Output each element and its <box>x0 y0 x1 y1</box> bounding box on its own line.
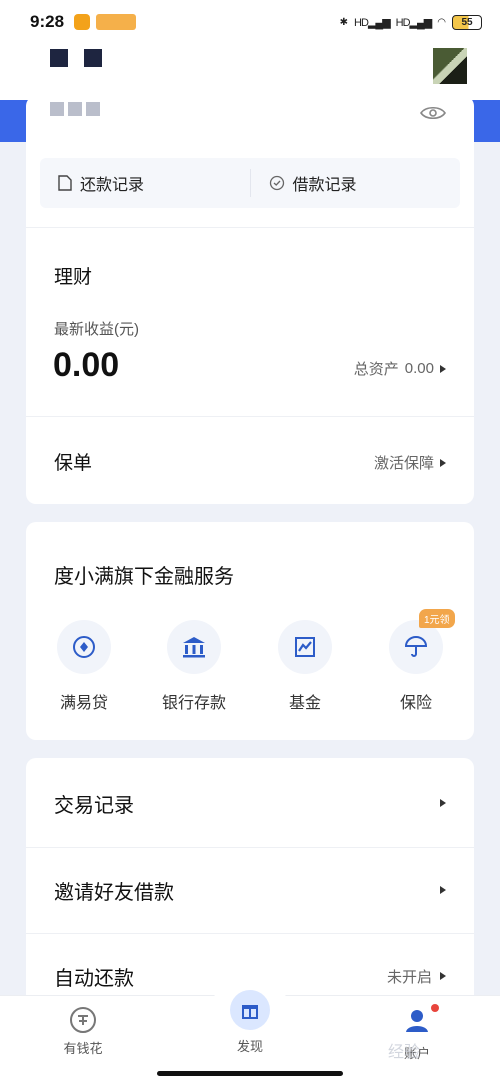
arrow-right-icon <box>440 799 446 807</box>
activate-protection-label: 激活保障 <box>373 455 434 472</box>
menu-item-transactions[interactable]: 交易记录 <box>26 760 474 846</box>
blurred-title <box>50 102 100 116</box>
service-label: 满易贷 <box>59 695 108 712</box>
bluetooth-icon: ✱ <box>339 16 349 28</box>
bottom-tab-bar: 有钱花 发现 账户 <box>0 976 500 1084</box>
service-label: 银行存款 <box>161 695 226 712</box>
borrow-record-label: 借款记录 <box>292 177 357 194</box>
bank-icon <box>167 620 221 674</box>
total-assets-link[interactable]: 总资产 0.00 <box>354 358 446 379</box>
tab-discover[interactable]: 发现 <box>200 990 300 1055</box>
service-loan[interactable]: 满易贷 <box>29 620 139 713</box>
menu-item-label: 交易记录 <box>54 794 134 817</box>
umbrella-icon <box>389 620 443 674</box>
blurred-username <box>84 49 102 67</box>
wallet-icon <box>70 1007 96 1033</box>
service-fund[interactable]: 基金 <box>250 620 360 713</box>
user-icon <box>403 1004 439 1039</box>
activate-protection-link[interactable]: 激活保障 <box>374 452 446 473</box>
loan-icon <box>57 620 111 674</box>
blurred-username <box>50 49 68 67</box>
latest-income-value: 0.00 <box>53 346 120 384</box>
notification-dot <box>431 1004 439 1012</box>
signal-icon: HD▂▄▆ <box>354 16 391 29</box>
menu-item-label: 邀请好友借款 <box>54 881 174 904</box>
watermark: 经验 <box>388 1044 421 1061</box>
notification-icon <box>74 14 91 30</box>
menu-item-invite[interactable]: 邀请好友借款 <box>26 847 474 933</box>
promo-badge: 1元领 <box>419 609 455 628</box>
total-assets-label: 总资产 <box>353 361 399 378</box>
divider <box>26 227 474 228</box>
auto-repay-status: 未开启 <box>386 968 432 986</box>
page-header <box>0 44 500 100</box>
finance-title: 理财 <box>54 267 93 288</box>
tab-label: 有钱花 <box>63 1041 103 1056</box>
policy-title: 保单 <box>54 453 93 474</box>
arrow-right-icon <box>440 972 446 980</box>
account-card: 还款记录 借款记录 理财 最新收益(元) 0.00 总资产 0.00 保单 激活… <box>26 96 474 504</box>
service-label: 保险 <box>399 695 432 712</box>
repay-record-button[interactable]: 还款记录 <box>40 158 250 208</box>
repay-record-label: 还款记录 <box>80 177 145 194</box>
services-card: 度小满旗下金融服务 满易贷 银行存款 基金 1元领 保险 <box>26 522 474 740</box>
arrow-right-icon <box>440 364 446 373</box>
divider <box>26 416 474 417</box>
home-indicator[interactable] <box>157 1071 343 1076</box>
record-shortcuts: 还款记录 借款记录 <box>40 158 460 208</box>
battery-icon: 55 <box>452 14 482 30</box>
tab-label: 发现 <box>236 1039 263 1054</box>
card-header <box>26 96 474 134</box>
service-bank-deposit[interactable]: 银行存款 <box>139 620 249 713</box>
latest-income-label: 最新收益(元) <box>54 321 139 338</box>
status-icons: ✱ HD▂▄▆ HD▂▄▆ ◠ 55 <box>339 14 482 30</box>
wifi-icon: ◠ <box>437 16 446 28</box>
menu-item-label: 自动还款 <box>54 967 134 990</box>
total-assets-value: 0.00 <box>404 360 434 377</box>
borrow-record-button[interactable]: 借款记录 <box>251 158 461 208</box>
services-title: 度小满旗下金融服务 <box>54 566 234 588</box>
status-bar: 9:28 ✱ HD▂▄▆ HD▂▄▆ ◠ 55 <box>0 0 500 44</box>
tab-youqianhua[interactable]: 有钱花 <box>33 1006 133 1057</box>
arrow-right-icon <box>440 458 446 467</box>
service-insurance[interactable]: 1元领 保险 <box>361 609 471 713</box>
arrow-right-icon <box>440 886 446 894</box>
signal-icon: HD▂▄▆ <box>395 16 433 29</box>
service-label: 基金 <box>288 695 321 712</box>
avatar[interactable] <box>433 48 467 84</box>
fund-icon <box>278 620 332 674</box>
document-icon <box>58 175 72 191</box>
status-time: 9:28 <box>30 12 65 31</box>
notification-icon <box>96 14 137 30</box>
gift-icon <box>230 990 270 1030</box>
check-circle-icon <box>269 175 284 191</box>
eye-icon[interactable] <box>420 105 446 121</box>
